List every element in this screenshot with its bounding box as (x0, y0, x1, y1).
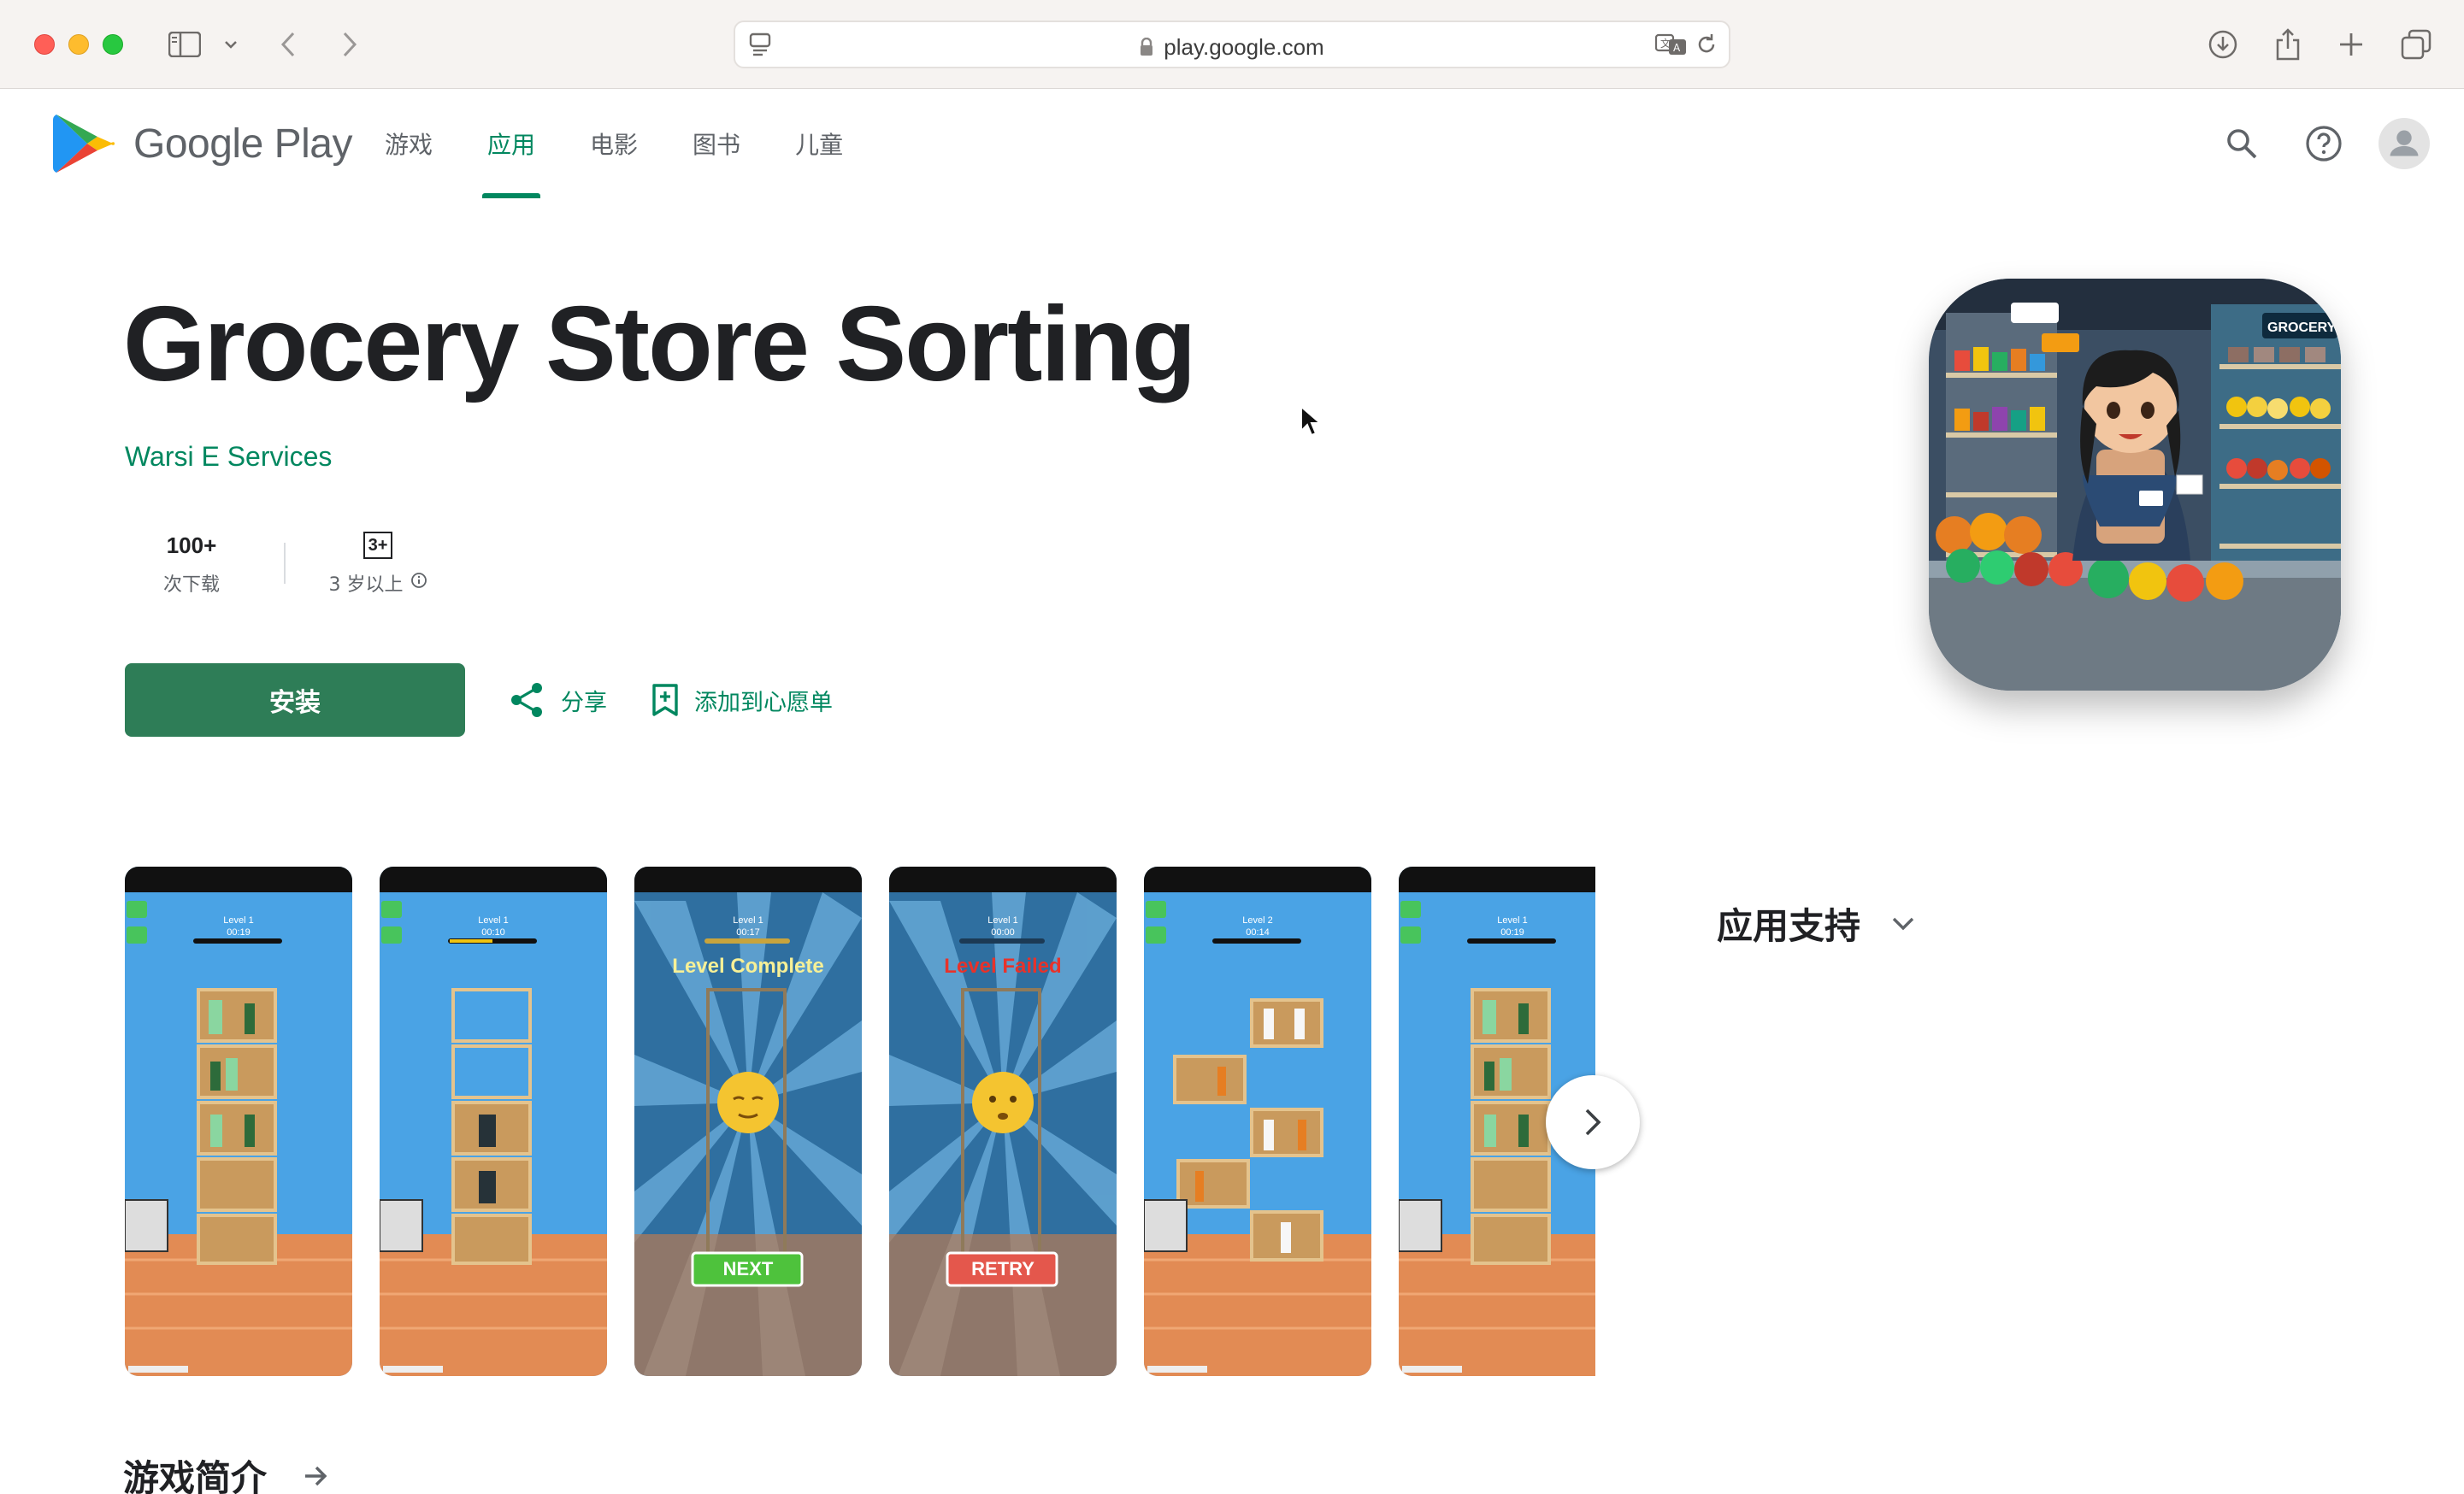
downloads-stat: 100+ 次下载 (123, 530, 260, 597)
account-avatar[interactable] (2379, 118, 2430, 169)
install-button[interactable]: 安装 (125, 663, 465, 737)
wishlist-button[interactable]: 添加到心愿单 (651, 683, 833, 717)
screenshot-3-level: Level 1 (733, 915, 763, 926)
svg-text:GROCERY: GROCERY (2267, 321, 2337, 335)
retry-button-label: RETRY (971, 1258, 1035, 1279)
bookmark-add-icon (652, 684, 678, 716)
share-icon[interactable] (2269, 26, 2307, 63)
arrow-right-icon (305, 1466, 327, 1485)
screenshot-4-level: Level 1 (987, 915, 1017, 926)
screenshot-2-level: Level 1 (478, 915, 508, 926)
forward-icon[interactable] (337, 26, 363, 63)
downloads-value: 100+ (166, 532, 217, 558)
tab-movies[interactable]: 电影 (563, 89, 665, 198)
stat-divider (284, 543, 286, 584)
tab-games[interactable]: 游戏 (385, 89, 460, 198)
svg-text:A: A (1673, 42, 1681, 54)
app-stats: 100+ 次下载 3+ 3 岁以上 (123, 530, 446, 597)
tab-books[interactable]: 图书 (665, 89, 768, 198)
screenshot-5-timer: 00:14 (1246, 927, 1270, 938)
app-support-toggle[interactable]: 应用支持 (1717, 897, 1915, 950)
app-icon: GROCERY (1929, 279, 2341, 691)
screenshot-carousel[interactable]: Level 1 00:19 Level 1 00:10 Level Comple… (125, 867, 1595, 1376)
window-maximize-button[interactable] (103, 34, 123, 55)
screenshot-2[interactable]: Level 1 00:10 (380, 867, 607, 1376)
carousel-next-button[interactable] (1546, 1075, 1640, 1169)
screenshot-2-timer: 00:10 (481, 927, 505, 938)
level-complete-banner: Level Complete (672, 955, 823, 978)
address-bar[interactable]: play.google.com 文A (734, 21, 1730, 68)
svg-text:文: 文 (1660, 37, 1671, 50)
developer-link[interactable]: Warsi E Services (125, 441, 332, 473)
window-close-button[interactable] (34, 34, 55, 55)
content-rating-badge: 3+ (363, 532, 392, 559)
chevron-down-icon (1892, 917, 1914, 930)
window-minimize-button[interactable] (68, 34, 89, 55)
tab-kids[interactable]: 儿童 (768, 89, 870, 198)
screenshot-6-timer: 00:19 (1500, 927, 1524, 938)
content-rating-stat[interactable]: 3+ 3 岁以上 (309, 530, 446, 597)
sidebar-toggle-icon[interactable] (166, 26, 203, 63)
level-failed-banner: Level Failed (944, 955, 1061, 978)
url-text: play.google.com (1164, 34, 1324, 60)
app-actions: 安装 分享 添加到心愿单 (125, 663, 833, 737)
share-label: 分享 (561, 689, 607, 716)
category-nav: 游戏 应用 电影 图书 儿童 (385, 89, 870, 198)
next-button-label: NEXT (723, 1258, 774, 1279)
chevron-right-icon (1585, 1109, 1601, 1136)
wishlist-label: 添加到心愿单 (694, 689, 833, 716)
app-support-title: 应用支持 (1717, 905, 1861, 947)
back-icon[interactable] (275, 26, 301, 63)
reload-icon[interactable] (1695, 32, 1718, 60)
screenshot-4-timer: 00:00 (991, 927, 1015, 938)
screenshot-1[interactable]: Level 1 00:19 (125, 867, 352, 1376)
downloads-label: 次下载 (162, 574, 220, 596)
browser-toolbar: play.google.com 文A (0, 0, 2464, 89)
screenshot-5[interactable]: Level 2 00:14 (1144, 867, 1371, 1376)
screenshot-3[interactable]: Level Complete NEXT Level 1 00:17 (634, 867, 862, 1376)
screenshot-1-level: Level 1 (223, 915, 253, 926)
translate-icon[interactable]: 文A (1654, 32, 1689, 60)
info-icon[interactable] (410, 572, 427, 594)
logo-text: Google Play (133, 121, 353, 167)
screenshot-3-timer: 00:17 (736, 927, 760, 938)
mouse-cursor-icon (1300, 404, 1323, 441)
screenshot-6-level: Level 1 (1497, 915, 1527, 926)
about-title: 游戏简介 (123, 1457, 268, 1494)
search-icon[interactable] (2216, 118, 2267, 169)
screenshot-5-level: Level 2 (1242, 915, 1272, 926)
app-title: Grocery Store Sorting (123, 285, 1196, 403)
about-section-link[interactable]: 游戏简介 (123, 1450, 328, 1494)
share-button[interactable]: 分享 (510, 681, 607, 719)
content-rating-label: 3 岁以上 (328, 574, 404, 596)
screenshot-1-timer: 00:19 (227, 927, 251, 938)
download-icon[interactable] (2204, 26, 2242, 63)
lock-icon (1140, 36, 1153, 56)
share-icon (511, 683, 542, 717)
screenshot-4[interactable]: Level Failed RETRY Level 1 00:00 (889, 867, 1117, 1376)
chevron-down-icon[interactable] (221, 26, 241, 63)
play-header: Google Play 游戏 应用 电影 图书 儿童 (0, 89, 2464, 198)
help-icon[interactable] (2298, 118, 2349, 169)
google-play-logo[interactable]: Google Play (53, 111, 353, 176)
tab-overview-icon[interactable] (2397, 26, 2435, 63)
play-logo-icon (53, 115, 115, 173)
tab-apps[interactable]: 应用 (460, 89, 563, 198)
new-tab-icon[interactable] (2332, 26, 2370, 63)
